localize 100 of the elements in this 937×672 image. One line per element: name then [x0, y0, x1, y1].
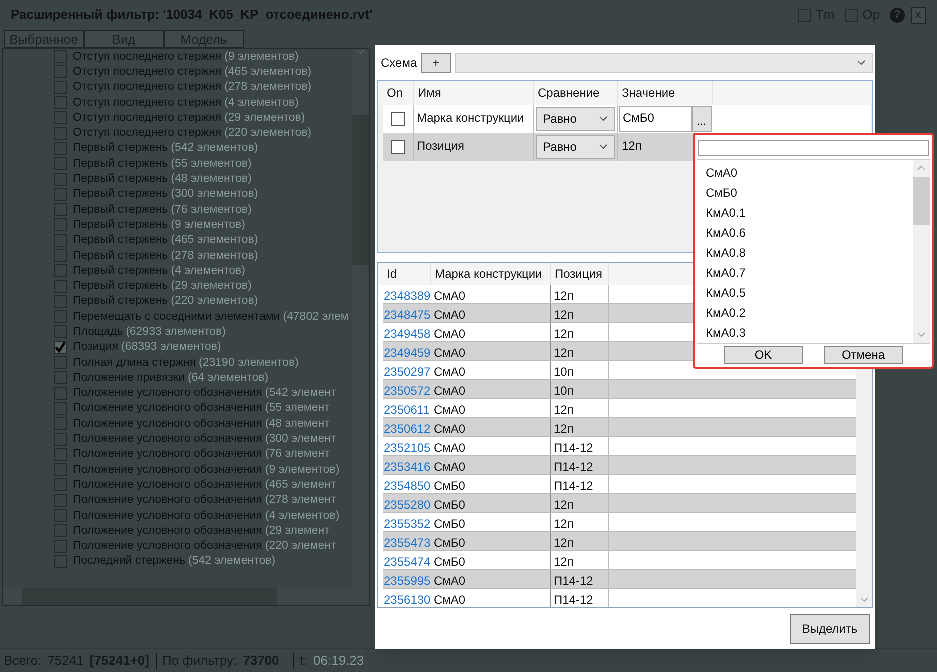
ok-button[interactable]: OK — [724, 346, 803, 364]
checkbox[interactable] — [54, 111, 67, 124]
checkbox[interactable] — [54, 386, 67, 400]
checkbox[interactable] — [54, 478, 67, 492]
caret-icon — [917, 332, 926, 338]
checkbox[interactable] — [54, 509, 67, 522]
checkbox[interactable] — [54, 524, 67, 538]
element-count: (76 элементов) — [171, 202, 252, 217]
checkbox[interactable] — [54, 554, 67, 568]
checkbox[interactable] — [54, 432, 67, 446]
value-field[interactable]: СмБ0 — [619, 106, 692, 132]
select-button[interactable]: Выделить — [790, 614, 870, 644]
checkbox[interactable] — [391, 140, 405, 154]
comparison-dropdown[interactable]: Равно — [536, 135, 615, 159]
id-link[interactable]: 2352105 — [383, 437, 431, 455]
caret-icon — [599, 116, 608, 122]
element-count: (220 элемент — [265, 539, 336, 554]
id-link[interactable]: 2350297 — [383, 361, 431, 379]
element-count: (55 элемент — [265, 401, 330, 416]
checkbox[interactable] — [54, 371, 67, 384]
table-cell: 12п — [551, 342, 609, 360]
element-count: (542 элемент — [265, 386, 336, 400]
table-cell: П14-12 — [551, 475, 609, 493]
element-count: (220 элементов) — [171, 294, 258, 308]
id-link[interactable]: 2350611 — [383, 399, 431, 417]
checkbox[interactable] — [54, 65, 67, 78]
id-link[interactable]: 2355352 — [383, 513, 431, 531]
checkbox[interactable] — [844, 8, 858, 22]
element-count: (29 элементов) — [171, 279, 252, 294]
checkbox[interactable] — [54, 50, 67, 64]
element-count: (9 элементов) — [224, 50, 299, 64]
list-item[interactable]: КмА0.8 — [697, 243, 913, 263]
list-item[interactable]: СмА0 — [697, 163, 913, 183]
filter-name: Позиция — [414, 133, 534, 161]
element-count: (62933 элементов) — [126, 324, 226, 339]
list-item[interactable]: КмА0.3 — [697, 323, 913, 343]
checkbox[interactable] — [54, 310, 67, 324]
checkbox[interactable] — [54, 203, 67, 216]
element-count: (47802 элем — [283, 310, 349, 324]
id-link[interactable]: 2349458 — [383, 323, 431, 341]
checkbox[interactable] — [798, 8, 811, 22]
checkbox[interactable] — [54, 417, 67, 430]
element-count: (278 элементов) — [224, 80, 312, 94]
picker-button[interactable]: ... — [692, 106, 712, 132]
table-cell: 12п — [551, 323, 609, 341]
checkbox[interactable] — [54, 448, 67, 461]
list-item[interactable]: КмА0.7 — [697, 263, 913, 283]
element-count: (542 элементов) — [188, 554, 276, 568]
checkbox[interactable] — [54, 494, 67, 507]
list-item[interactable]: СмБ0 — [697, 183, 913, 203]
table-cell: СмА0 — [431, 285, 551, 303]
table-cell: СмА0 — [431, 589, 551, 607]
add-button[interactable]: + — [421, 53, 452, 73]
checkbox[interactable] — [54, 188, 67, 201]
table-cell: 12п — [551, 551, 609, 569]
checkbox[interactable] — [54, 126, 67, 140]
checkbox[interactable] — [54, 96, 67, 110]
id-link[interactable]: 2356130 — [383, 589, 431, 607]
checkbox[interactable] — [54, 80, 67, 94]
checkbox[interactable] — [54, 325, 67, 338]
checkbox[interactable] — [54, 234, 67, 247]
table-cell: СмБ0 — [431, 494, 551, 512]
element-count: (64 элементов) — [188, 370, 269, 385]
vertical-scrollbar[interactable] — [913, 160, 930, 343]
element-count: (465 элемент — [265, 478, 336, 492]
checkbox[interactable] — [54, 264, 67, 278]
list-item[interactable]: КмА0.1 — [697, 203, 913, 223]
checkbox[interactable] — [391, 112, 405, 126]
checkbox[interactable] — [54, 142, 67, 155]
checkbox[interactable] — [54, 218, 67, 232]
element-count: (465 элементов) — [171, 233, 258, 248]
table-cell: СмА0 — [431, 570, 551, 588]
id-link[interactable]: 2354850 — [383, 475, 431, 493]
element-count: (48 элементов) — [171, 172, 252, 186]
checkbox[interactable] — [54, 249, 67, 262]
element-count: (9 элементов) — [265, 462, 340, 477]
cancel-button[interactable]: Отмена — [824, 346, 903, 364]
checkbox[interactable] — [54, 172, 67, 186]
checkbox[interactable] — [54, 280, 67, 293]
checkbox[interactable] — [54, 294, 67, 308]
checkbox[interactable] — [54, 356, 67, 370]
checkbox[interactable] — [54, 157, 67, 170]
list-item[interactable]: КмА0.2 — [697, 303, 913, 323]
element-count: (278 элементов) — [171, 248, 258, 262]
comparison-dropdown[interactable]: Равно — [536, 107, 615, 131]
checkbox[interactable] — [54, 463, 67, 476]
schema-dropdown[interactable] — [455, 53, 873, 73]
horizontal-scrollbar[interactable] — [3, 588, 369, 605]
vertical-scrollbar[interactable] — [352, 49, 369, 588]
checkbox[interactable] — [54, 402, 67, 415]
table-cell: П14-12 — [551, 456, 609, 474]
list-item[interactable]: КмА0.5 — [697, 283, 913, 303]
id-link[interactable]: 2348389 — [383, 285, 431, 303]
checkbox[interactable] — [54, 340, 67, 354]
checkbox[interactable] — [54, 540, 67, 553]
element-count: (9 элементов) — [171, 218, 246, 232]
list-item[interactable]: КмА0.6 — [697, 223, 913, 243]
id-link[interactable]: 2355474 — [383, 551, 431, 569]
search-field[interactable] — [698, 140, 929, 156]
table-cell: СмБ0 — [431, 513, 551, 531]
